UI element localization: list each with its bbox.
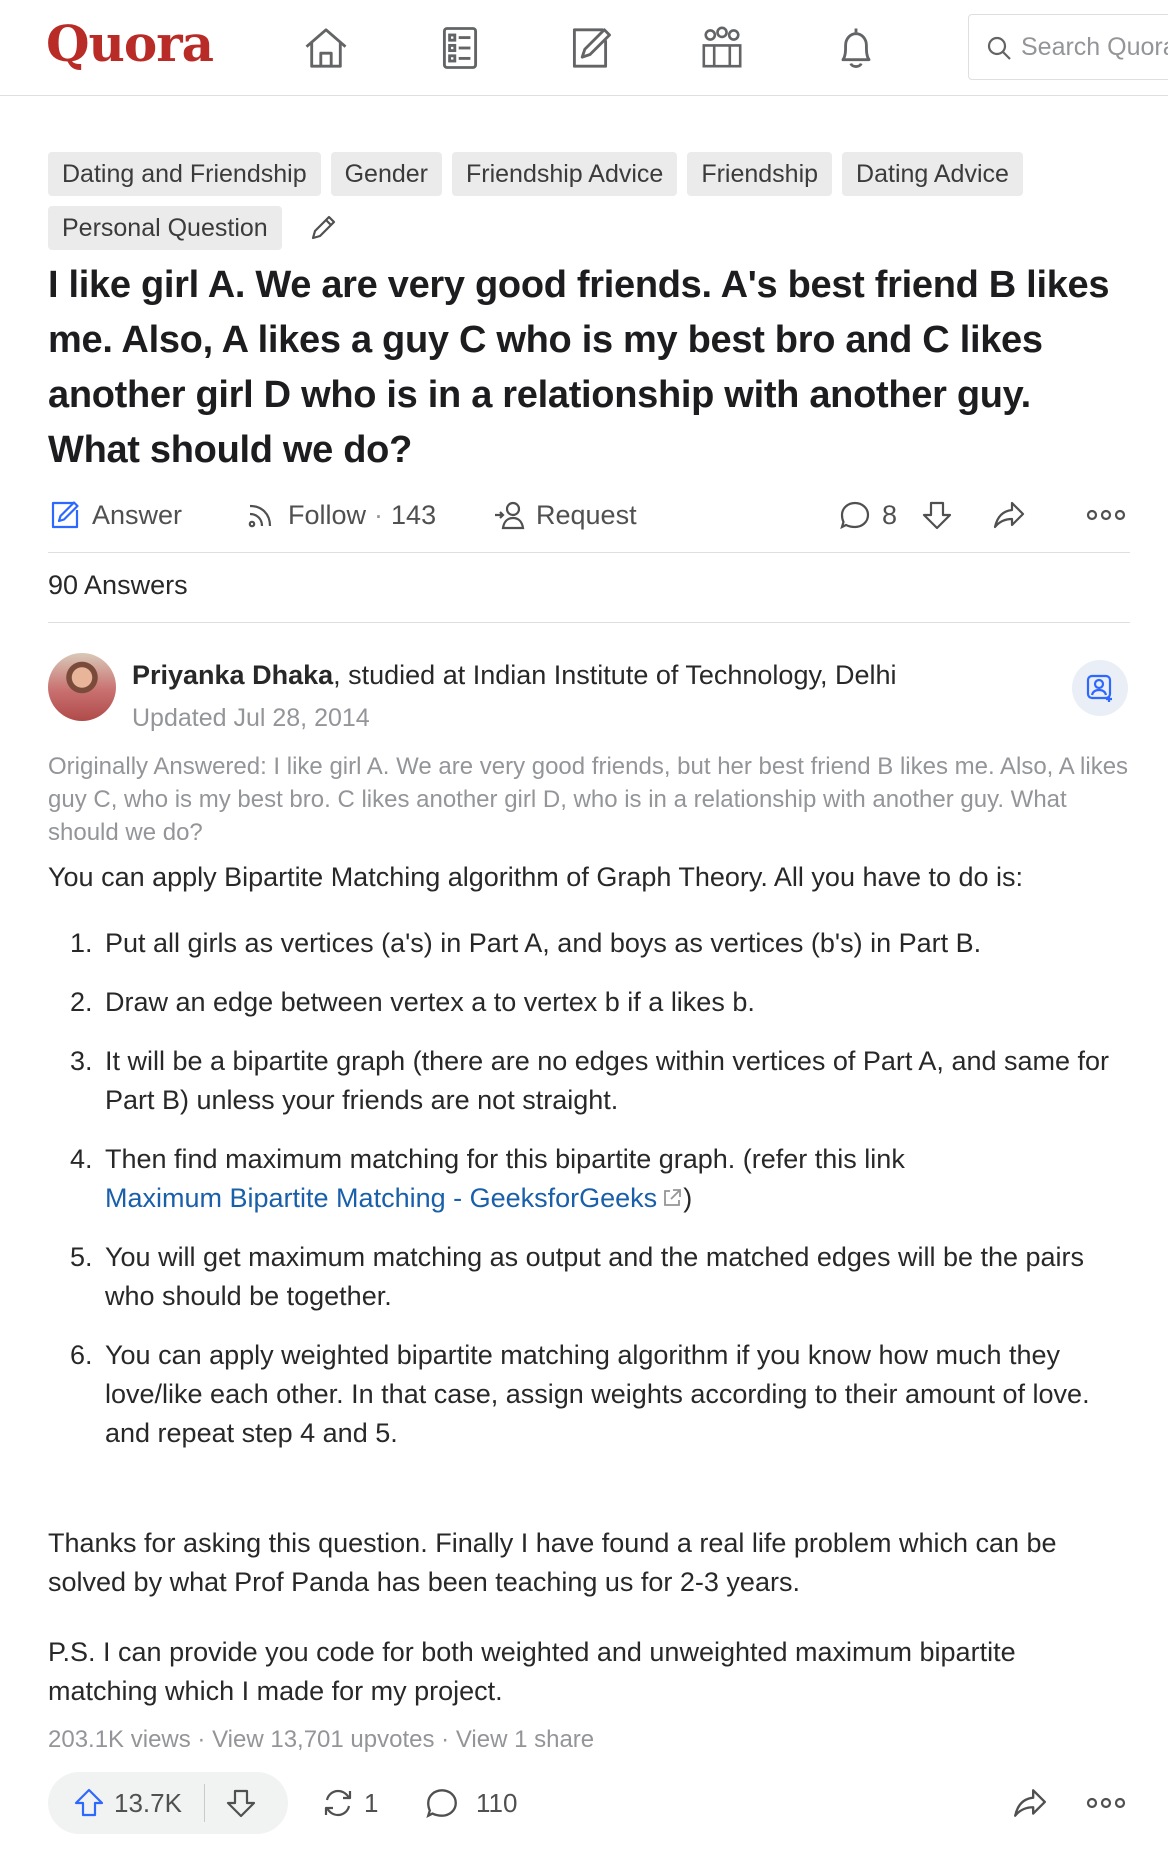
topic-tag[interactable]: Friendship <box>687 152 833 196</box>
author-name[interactable]: Priyanka Dhaka <box>132 660 333 690</box>
step-text: Put all girls as vertices (a's) in Part … <box>105 928 982 958</box>
step-number: 3. <box>70 1046 93 1076</box>
topic-tag[interactable]: Gender <box>330 152 442 196</box>
answer-steps-list: 1. Put all girls as vertices (a's) in Pa… <box>70 924 1120 1473</box>
upvote-arrow-icon <box>74 1788 104 1817</box>
divider <box>48 622 1130 623</box>
originally-answered-note[interactable]: Originally Answered: I like girl A. We a… <box>48 750 1130 849</box>
following-icon[interactable] <box>432 22 488 74</box>
downvote-question-button[interactable] <box>920 492 964 538</box>
request-user-icon <box>495 501 525 530</box>
author-line: Priyanka Dhaka, studied at Indian Instit… <box>132 660 897 691</box>
list-item: 1. Put all girls as vertices (a's) in Pa… <box>70 924 1120 963</box>
answer-comments-button[interactable]: 110 <box>424 1772 517 1834</box>
answer-more-options-button[interactable] <box>1086 1772 1134 1834</box>
view-upvotes-link[interactable]: View 13,701 upvotes <box>212 1726 434 1753</box>
comment-bubble-icon <box>426 1789 457 1818</box>
request-label: Request <box>536 499 637 530</box>
separator-dot: · <box>441 1726 450 1753</box>
search-bar[interactable] <box>968 14 1168 80</box>
top-navigation-bar: Quora <box>0 0 1168 96</box>
step-text: Draw an edge between vertex a to vertex … <box>105 987 755 1017</box>
reshare-button[interactable]: 1 <box>320 1772 378 1834</box>
share-arrow-icon <box>993 501 1025 529</box>
answer-stats: 203.1K views · View 13,701 upvotes · Vie… <box>48 1726 594 1754</box>
answer-icon[interactable] <box>562 22 618 74</box>
follow-button[interactable]: Follow · 143 <box>244 492 436 538</box>
follow-count: 143 <box>391 499 437 530</box>
step-text-after: ) <box>683 1183 693 1213</box>
notifications-icon[interactable] <box>828 22 884 74</box>
question-title[interactable]: I like girl A. We are very good friends.… <box>48 258 1128 478</box>
separator-dot: · <box>197 1726 206 1753</box>
follow-author-button[interactable] <box>1072 660 1128 716</box>
answer-pencil-icon <box>51 501 79 529</box>
answer-button[interactable]: Answer <box>48 492 182 538</box>
step-text: You will get maximum matching as output … <box>105 1242 1085 1311</box>
answer-paragraph-ps: P.S. I can provide you code for both wei… <box>48 1637 1016 1706</box>
follow-label: Follow <box>288 499 367 530</box>
search-icon <box>987 36 1011 60</box>
comment-bubble-icon <box>840 501 870 530</box>
rss-follow-icon <box>248 504 272 528</box>
topic-tag[interactable]: Friendship Advice <box>451 152 678 196</box>
views-count: 203.1K views <box>48 1726 191 1753</box>
edit-topics-icon[interactable] <box>306 211 340 245</box>
upvote-button[interactable]: 13.7K <box>48 1772 182 1834</box>
topic-tag[interactable]: Personal Question <box>48 206 282 250</box>
downvote-arrow-icon <box>226 1789 256 1818</box>
vote-pill: 13.7K <box>48 1772 288 1834</box>
list-item: 4. Then find maximum matching for this b… <box>70 1140 1120 1218</box>
step-text: It will be a bipartite graph (there are … <box>105 1046 1110 1115</box>
more-options-button[interactable] <box>1086 492 1136 538</box>
answer-footer-actions: 13.7K 1 110 <box>48 1772 1130 1834</box>
upvote-count: 13.7K <box>114 1787 182 1818</box>
comments-button[interactable]: 8 <box>838 492 897 538</box>
geeksforgeeks-link[interactable]: Maximum Bipartite Matching - GeeksforGee… <box>105 1183 657 1213</box>
answer-comments-count: 110 <box>476 1787 518 1818</box>
answer-intro: You can apply Bipartite Matching algorit… <box>48 862 1024 892</box>
downvote-button[interactable] <box>205 1772 277 1834</box>
question-action-bar: Answer Follow · 143 Request 8 <box>48 492 1128 538</box>
view-shares-link[interactable]: View 1 share <box>456 1726 594 1753</box>
answer-label: Answer <box>92 499 183 530</box>
divider <box>48 552 1130 553</box>
list-item: 6. You can apply weighted bipartite matc… <box>70 1336 1120 1453</box>
comments-count: 8 <box>882 499 898 530</box>
answers-count: 90 Answers <box>48 570 188 600</box>
topic-tag[interactable]: Dating Advice <box>842 152 1023 196</box>
author-credential[interactable]: , studied at Indian Institute of Technol… <box>333 660 896 690</box>
more-dots-icon <box>1086 509 1126 521</box>
answer-paragraph-thanks: Thanks for asking this question. Finally… <box>48 1528 1057 1597</box>
step-number: 2. <box>70 987 93 1017</box>
reshare-icon <box>324 1789 352 1817</box>
more-dots-icon <box>1086 1797 1126 1809</box>
reshare-count: 1 <box>364 1787 379 1818</box>
downvote-arrow-icon <box>922 501 952 530</box>
spaces-icon[interactable] <box>694 22 750 74</box>
request-button[interactable]: Request <box>492 492 637 538</box>
topic-tag[interactable]: Dating and Friendship <box>48 152 321 196</box>
separator-dot: · <box>374 499 384 530</box>
list-item: 5. You will get maximum matching as outp… <box>70 1238 1120 1316</box>
step-text: Then find maximum matching for this bipa… <box>105 1144 905 1174</box>
share-question-button[interactable] <box>992 492 1036 538</box>
quora-logo[interactable]: Quora <box>46 14 214 73</box>
step-text: You can apply weighted bipartite matchin… <box>105 1340 1090 1448</box>
home-icon[interactable] <box>298 22 354 74</box>
step-number: 6. <box>70 1340 93 1370</box>
share-answer-button[interactable] <box>1012 1772 1056 1834</box>
step-number: 1. <box>70 928 93 958</box>
list-item: 2. Draw an edge between vertex a to vert… <box>70 983 1120 1022</box>
search-input[interactable] <box>1021 30 1168 64</box>
topic-tags: Dating and Friendship Gender Friendship … <box>48 152 1128 260</box>
step-number: 4. <box>70 1144 93 1174</box>
answer-timestamp[interactable]: Updated Jul 28, 2014 <box>132 704 370 733</box>
step-number: 5. <box>70 1242 93 1272</box>
author-avatar[interactable] <box>48 653 116 721</box>
list-item: 3. It will be a bipartite graph (there a… <box>70 1042 1120 1120</box>
add-person-icon <box>1086 674 1112 702</box>
share-arrow-icon <box>1014 1789 1046 1817</box>
external-link-icon <box>664 1189 682 1206</box>
